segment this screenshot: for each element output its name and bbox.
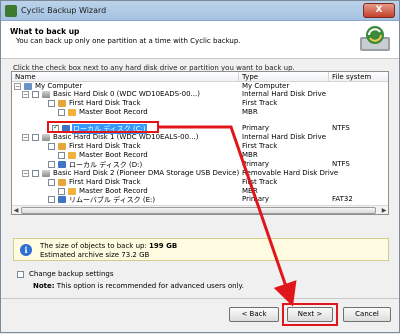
- disk-2-checkbox[interactable]: [32, 170, 39, 177]
- column-type[interactable]: Type: [242, 73, 258, 81]
- footer-divider: [1, 298, 399, 299]
- row-name: Basic Hard Disk 1 (WDC WD10EALS-00...): [53, 133, 199, 141]
- row-type: My Computer: [242, 82, 290, 90]
- collapse-toggle[interactable]: −: [22, 170, 29, 177]
- row-fs: NTFS: [332, 160, 350, 168]
- partition-d-checkbox[interactable]: [48, 161, 55, 168]
- partition-e-checkbox[interactable]: [48, 196, 55, 203]
- wizard-header: What to back up You can back up only one…: [1, 21, 399, 59]
- change-settings-checkbox[interactable]: [17, 271, 24, 278]
- disk-tree[interactable]: Name Type File system − My Computer My C…: [11, 71, 389, 215]
- hard-disk-icon: [42, 91, 50, 98]
- row-name: First Hard Disk Track: [69, 99, 141, 107]
- backup-logo-icon: [360, 26, 390, 51]
- tree-row-mbr[interactable]: Master Boot Record MBR: [12, 108, 388, 117]
- scroll-right-icon[interactable]: ▶: [380, 206, 388, 215]
- size-label: The size of objects to back up:: [40, 242, 147, 250]
- row-name: Master Boot Record: [79, 108, 148, 116]
- cancel-button[interactable]: Cancel: [343, 307, 391, 322]
- first-track-checkbox[interactable]: [48, 143, 55, 150]
- row-fs: FAT32: [332, 195, 353, 203]
- tree-header: Name Type File system: [12, 72, 388, 82]
- row-name: Basic Hard Disk 0 (WDC WD10EADS-00...): [53, 90, 200, 98]
- header-subtitle: You can back up only one partition at a …: [16, 37, 241, 45]
- usb-disk-icon: [42, 170, 50, 177]
- disk-0-checkbox[interactable]: [32, 91, 39, 98]
- next-highlight-box: [282, 303, 338, 326]
- mbr-checkbox[interactable]: [58, 152, 65, 159]
- tree-row-partition-e[interactable]: リムーバブル ディスク (E:) Primary FAT32: [12, 195, 388, 204]
- partition-icon: [58, 161, 66, 168]
- collapse-toggle[interactable]: −: [14, 83, 21, 90]
- tree-row-first-track[interactable]: First Hard Disk Track First Track: [12, 178, 388, 187]
- app-icon: [5, 5, 17, 17]
- info-icon: i: [20, 244, 32, 256]
- scroll-left-icon[interactable]: ◀: [12, 206, 20, 215]
- track-icon: [58, 179, 66, 186]
- row-type: Internal Hard Disk Drive: [242, 133, 327, 141]
- title-bar[interactable]: Cyclic Backup Wizard X: [1, 1, 399, 21]
- column-name[interactable]: Name: [15, 73, 36, 81]
- row-type: First Track: [242, 99, 278, 107]
- partition-icon: [58, 196, 66, 203]
- tree-row-disk-0[interactable]: − Basic Hard Disk 0 (WDC WD10EADS-00...)…: [12, 90, 388, 99]
- size-line: The size of objects to back up: 199 GB: [40, 242, 177, 250]
- computer-icon: [24, 83, 32, 90]
- archive-size-line: Estimated archive size 73.2 GB: [40, 251, 150, 259]
- tree-row-disk-2[interactable]: − Basic Hard Disk 2 (Pioneer DMA Storage…: [12, 169, 388, 178]
- row-type: Internal Hard Disk Drive: [242, 90, 327, 98]
- collapse-toggle[interactable]: −: [22, 91, 29, 98]
- window-title: Cyclic Backup Wizard: [21, 6, 107, 15]
- row-type: MBR: [242, 151, 258, 159]
- row-type: Primary: [242, 195, 270, 203]
- note-text: This option is recommended for advanced …: [56, 282, 244, 290]
- size-value: 199 GB: [149, 242, 178, 250]
- first-track-checkbox[interactable]: [48, 100, 55, 107]
- tree-row-disk-1[interactable]: − Basic Hard Disk 1 (WDC WD10EALS-00...)…: [12, 133, 388, 142]
- mbr-checkbox[interactable]: [58, 109, 65, 116]
- row-name: My Computer: [35, 82, 83, 90]
- first-track-checkbox[interactable]: [48, 179, 55, 186]
- tree-row-mbr[interactable]: Master Boot Record MBR: [12, 151, 388, 160]
- tree-row-first-track[interactable]: First Hard Disk Track First Track: [12, 99, 388, 108]
- disk-1-checkbox[interactable]: [32, 134, 39, 141]
- row-type: Primary: [242, 124, 270, 132]
- column-file-system[interactable]: File system: [332, 73, 371, 81]
- row-fs: NTFS: [332, 124, 350, 132]
- tree-row-first-track[interactable]: First Hard Disk Track First Track: [12, 142, 388, 151]
- wizard-window: Cyclic Backup Wizard X What to back up Y…: [0, 0, 400, 333]
- track-icon: [58, 143, 66, 150]
- header-title: What to back up: [10, 27, 80, 36]
- row-name: First Hard Disk Track: [69, 178, 141, 186]
- selection-highlight-box: [47, 121, 159, 133]
- row-name: Master Boot Record: [79, 187, 148, 195]
- row-type: MBR: [242, 108, 258, 116]
- row-type: First Track: [242, 178, 278, 186]
- row-name: Master Boot Record: [79, 151, 148, 159]
- track-icon: [58, 100, 66, 107]
- row-type: Removable Hard Disk Drive: [242, 169, 339, 177]
- row-type: MBR: [242, 187, 258, 195]
- row-name: リムーバブル ディスク (E:): [69, 196, 156, 204]
- note-label: Note:: [33, 282, 55, 290]
- scroll-thumb[interactable]: [21, 207, 376, 214]
- horizontal-scrollbar[interactable]: ◀ ▶: [12, 205, 388, 214]
- tree-row-partition-d[interactable]: ローカル ディスク (D:) Primary NTFS: [12, 160, 388, 169]
- close-button[interactable]: X: [363, 3, 395, 18]
- note-line: Note: This option is recommended for adv…: [33, 282, 244, 290]
- size-info-panel: i The size of objects to back up: 199 GB…: [13, 238, 389, 261]
- row-type: Primary: [242, 160, 270, 168]
- change-settings-label[interactable]: Change backup settings: [29, 270, 113, 278]
- back-button[interactable]: < Back: [229, 307, 279, 322]
- row-name: Basic Hard Disk 2 (Pioneer DMA Storage U…: [53, 169, 240, 177]
- mbr-icon: [68, 188, 76, 195]
- row-type: First Track: [242, 142, 278, 150]
- collapse-toggle[interactable]: −: [22, 134, 29, 141]
- mbr-icon: [68, 109, 76, 116]
- hard-disk-icon: [42, 134, 50, 141]
- row-name: First Hard Disk Track: [69, 142, 141, 150]
- mbr-checkbox[interactable]: [58, 188, 65, 195]
- mbr-icon: [68, 152, 76, 159]
